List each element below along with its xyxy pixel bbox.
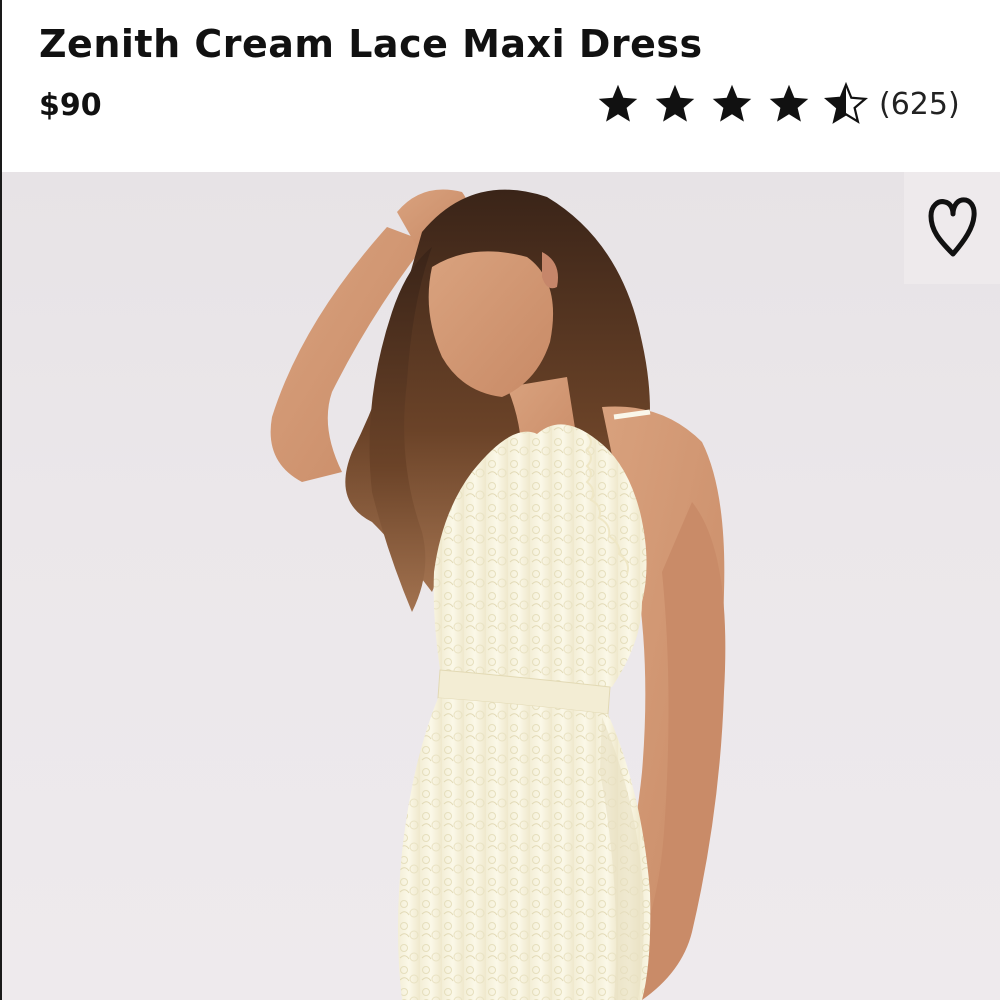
heart-icon — [928, 197, 977, 257]
half-star-icon — [824, 82, 868, 124]
star-icon — [598, 84, 638, 122]
product-image[interactable] — [2, 172, 1000, 1000]
model-photo — [270, 189, 726, 1000]
star-icon — [712, 84, 752, 122]
product-title: Zenith Cream Lace Maxi Dress — [39, 22, 703, 66]
product-header: Zenith Cream Lace Maxi Dress $90 (625) — [2, 0, 1000, 172]
product-price: $90 — [39, 88, 102, 123]
review-count[interactable]: (625) — [879, 87, 960, 122]
product-page: Zenith Cream Lace Maxi Dress $90 (625) — [0, 0, 1000, 1000]
star-icon — [655, 84, 695, 122]
product-rating[interactable]: (625) — [596, 82, 960, 126]
wishlist-button[interactable] — [904, 172, 1000, 284]
star-icon — [769, 84, 809, 122]
